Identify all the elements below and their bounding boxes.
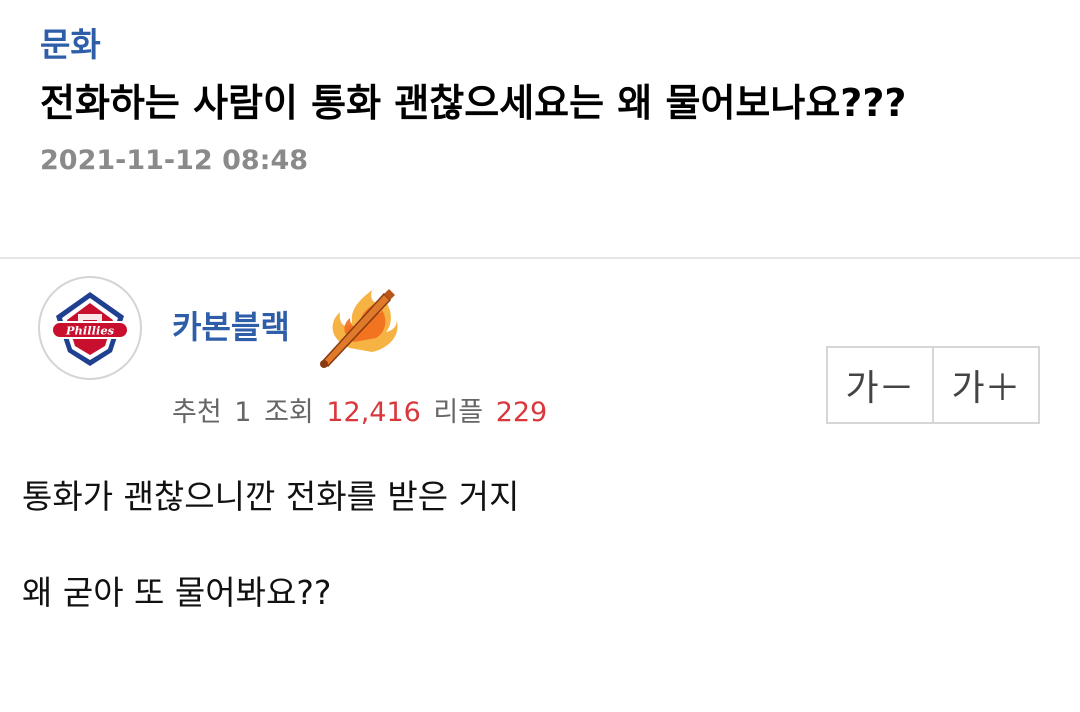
recommend-label: 추천 <box>172 397 222 428</box>
font-increase-button[interactable]: 가＋ <box>932 348 1038 422</box>
post-date: 2021-11-12 08:48 <box>40 145 309 176</box>
phillies-logo-icon: Phillies <box>51 292 129 366</box>
avatar[interactable]: Phillies <box>38 276 142 380</box>
body-paragraph: 통화가 괜찮으니깐 전화를 받은 거지 <box>22 477 520 516</box>
recommend-count: 1 <box>234 397 252 428</box>
views-count: 12,416 <box>326 397 421 428</box>
body-paragraph: 왜 굳아 또 물어봐요?? <box>22 573 332 612</box>
avatar-logo-text: Phillies <box>65 324 115 338</box>
post-stats: 추천 1 조회 12,416 리플 229 <box>172 394 547 432</box>
post-title: 전화하는 사람이 통화 괜찮으세요는 왜 물어보나요??? <box>40 81 907 125</box>
category-link[interactable]: 문화 <box>40 22 101 68</box>
post-body: 통화가 괜찮으니깐 전화를 받은 거지 왜 굳아 또 물어봐요?? <box>22 472 1052 618</box>
replies-label: 리플 <box>433 397 484 428</box>
flaming-bat-icon <box>320 289 398 368</box>
font-size-control: 가－ 가＋ <box>826 346 1040 424</box>
header-divider <box>0 257 1080 259</box>
author-name[interactable]: 카본블랙 <box>172 306 290 348</box>
views-label: 조회 <box>264 397 314 428</box>
post-header: 문화 전화하는 사람이 통화 괜찮으세요는 왜 물어보나요??? 2021-11… <box>40 22 1040 178</box>
font-decrease-button[interactable]: 가－ <box>828 348 932 422</box>
replies-count: 229 <box>495 397 548 428</box>
